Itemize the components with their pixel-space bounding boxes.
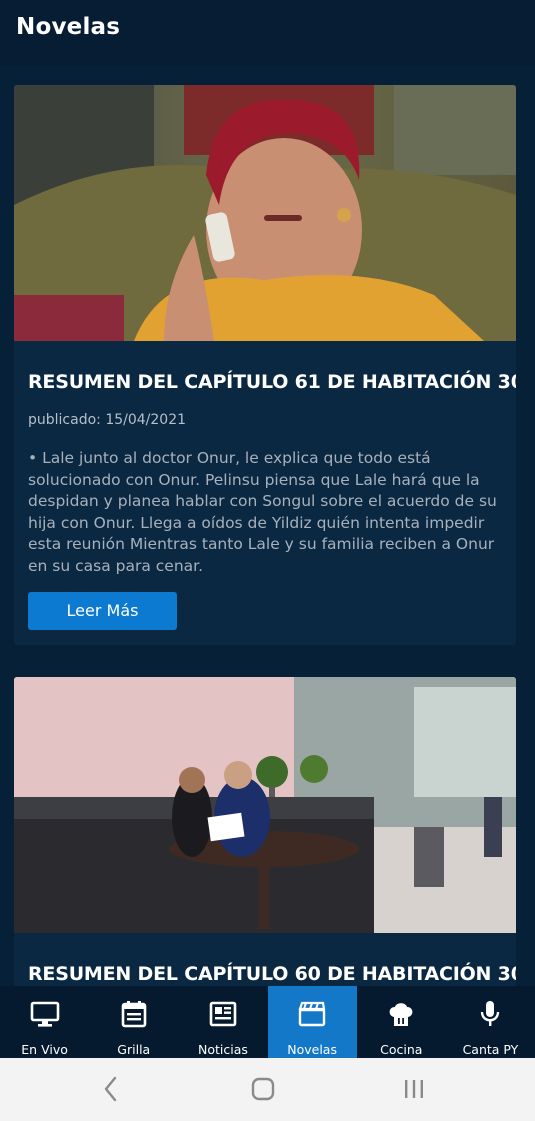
- newspaper-icon: [209, 1001, 237, 1027]
- nav-item-cocina[interactable]: Cocina: [357, 986, 446, 1058]
- monitor-icon: [30, 1001, 59, 1027]
- microphone-icon: [481, 1001, 500, 1026]
- article-card[interactable]: RESUMEN DEL CAPÍTULO 61 DE HABITACIÓN 30…: [14, 85, 516, 645]
- nav-label: En Vivo: [21, 1042, 68, 1057]
- nav-item-grilla[interactable]: Grilla: [89, 986, 178, 1058]
- article-title[interactable]: RESUMEN DEL CAPÍTULO 60 DE HABITACIÓN 30…: [28, 963, 516, 985]
- page-title: Novelas: [16, 14, 121, 40]
- clapperboard-icon: [298, 1001, 326, 1027]
- article-feed[interactable]: RESUMEN DEL CAPÍTULO 61 DE HABITACIÓN 30…: [0, 66, 535, 986]
- nav-label: Canta PY: [462, 1042, 519, 1057]
- calendar-icon: [121, 1001, 147, 1028]
- article-description: • Lale junto al doctor Onur, le explica …: [28, 449, 497, 575]
- nav-item-novelas[interactable]: Novelas: [267, 986, 357, 1058]
- nav-label: Grilla: [117, 1042, 151, 1057]
- article-title[interactable]: RESUMEN DEL CAPÍTULO 61 DE HABITACIÓN 30…: [28, 371, 516, 393]
- read-more-button[interactable]: Leer Más: [28, 592, 177, 630]
- nav-item-canta-py[interactable]: Canta PY: [446, 986, 535, 1058]
- bottom-navigation: En Vivo Grilla Noticias Novelas Cocina C…: [0, 986, 535, 1058]
- article-card[interactable]: RESUMEN DEL CAPÍTULO 60 DE HABITACIÓN 30…: [14, 677, 516, 986]
- nav-label: Noticias: [197, 1042, 248, 1057]
- article-thumbnail[interactable]: [14, 677, 516, 933]
- article-thumbnail[interactable]: [14, 85, 516, 341]
- article-date: publicado: 15/04/2021: [28, 412, 187, 428]
- nav-item-noticias[interactable]: Noticias: [178, 986, 267, 1058]
- system-navigation-bar: [0, 1058, 535, 1121]
- nav-label: Cocina: [380, 1042, 423, 1057]
- chef-hat-icon: [389, 1003, 413, 1026]
- back-icon[interactable]: [100, 1072, 122, 1106]
- recent-apps-icon[interactable]: [400, 1072, 428, 1106]
- home-icon[interactable]: [249, 1072, 277, 1106]
- nav-label: Novelas: [287, 1042, 337, 1057]
- app-header: Novelas: [0, 0, 535, 66]
- nav-item-en-vivo[interactable]: En Vivo: [0, 986, 89, 1058]
